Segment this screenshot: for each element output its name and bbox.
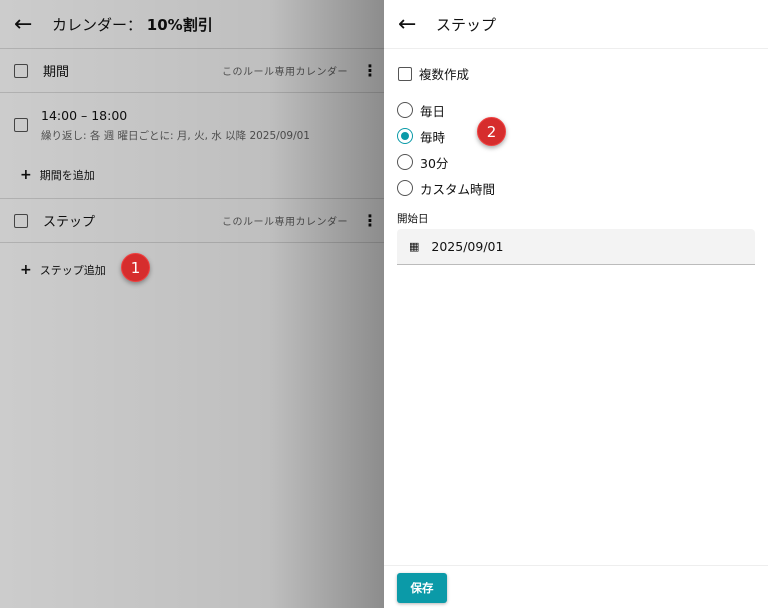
step-drawer: ← ステップ 複数作成 毎日 毎時 30分 カスタム時間 開始日 ▦ 2025/… — [384, 0, 768, 608]
add-step-label: ステップ追加 — [39, 264, 106, 277]
add-period-label: 期間を追加 — [39, 168, 95, 182]
step-section-header: ステップ このルール専用カレンダー ⋮ — [0, 199, 384, 243]
period-time: 14:00 – 18:00 — [41, 107, 128, 123]
radio-icon[interactable] — [397, 180, 413, 196]
period-item[interactable]: 14:00 – 18:00 繰り返し: 各 週 曜日ごとに: 月, 火, 水 以… — [0, 93, 384, 157]
add-period-button[interactable]: + 期間を追加 — [0, 157, 384, 199]
plus-icon: + — [20, 262, 32, 278]
back-arrow-icon[interactable]: ← — [14, 12, 52, 37]
radio-label: 30分 — [420, 155, 449, 171]
drawer-footer: 保存 — [384, 565, 768, 608]
period-recurrence: 繰り返し: 各 週 曜日ごとに: 月, 火, 水 以降 2025/09/01 — [41, 129, 310, 142]
step-calendar-scope: このルール専用カレンダー — [222, 217, 348, 228]
period-calendar-scope: このルール専用カレンダー — [222, 67, 348, 78]
step-drawer-header: ← ステップ — [384, 0, 768, 49]
back-arrow-icon[interactable]: ← — [398, 12, 436, 37]
radio-icon[interactable] — [397, 102, 413, 118]
period-section-label: 期間 — [43, 65, 70, 80]
radio-custom[interactable]: カスタム時間 — [397, 175, 768, 201]
radio-30min[interactable]: 30分 — [397, 149, 768, 175]
add-step-button[interactable]: + ステップ追加 — [0, 243, 384, 297]
annotation-badge-2: 2 — [477, 117, 506, 146]
save-button[interactable]: 保存 — [397, 573, 447, 603]
step-section-label: ステップ — [43, 215, 96, 230]
period-section-header: 期間 このルール専用カレンダー ⋮ — [0, 49, 384, 93]
multi-create-checkbox[interactable]: 複数作成 — [384, 49, 768, 83]
more-vert-icon[interactable]: ⋮ — [362, 211, 378, 230]
radio-label: 毎時 — [420, 129, 446, 145]
start-date-label: 開始日 — [397, 213, 429, 225]
calendar-panel: ← カレンダー： 10%割引 期間 このルール専用カレンダー ⋮ 14:00 –… — [0, 0, 384, 608]
period-item-checkbox[interactable] — [14, 118, 28, 132]
interval-radio-group: 毎日 毎時 30分 カスタム時間 — [384, 97, 768, 201]
page-title: カレンダー： 10%割引 — [52, 15, 213, 34]
radio-daily[interactable]: 毎日 — [397, 97, 768, 123]
start-date-value: 2025/09/01 — [431, 239, 504, 254]
radio-checked-icon[interactable] — [397, 128, 413, 144]
radio-icon[interactable] — [397, 154, 413, 170]
calendar-icon: ▦ — [409, 240, 420, 253]
radio-hourly[interactable]: 毎時 — [397, 123, 768, 149]
plus-icon: + — [20, 166, 32, 183]
period-select-all-checkbox[interactable] — [14, 63, 28, 78]
annotation-badge-1: 1 — [121, 253, 150, 282]
radio-label: 毎日 — [420, 103, 446, 119]
multi-create-label: 複数作成 — [419, 67, 470, 82]
drawer-title: ステップ — [436, 15, 497, 34]
calendar-header: ← カレンダー： 10%割引 — [0, 0, 384, 49]
radio-label: カスタム時間 — [420, 181, 496, 197]
start-date-field[interactable]: ▦ 2025/09/01 — [397, 229, 755, 265]
checkbox-icon[interactable] — [398, 66, 412, 81]
more-vert-icon[interactable]: ⋮ — [362, 61, 378, 80]
step-select-all-checkbox[interactable] — [14, 213, 28, 228]
